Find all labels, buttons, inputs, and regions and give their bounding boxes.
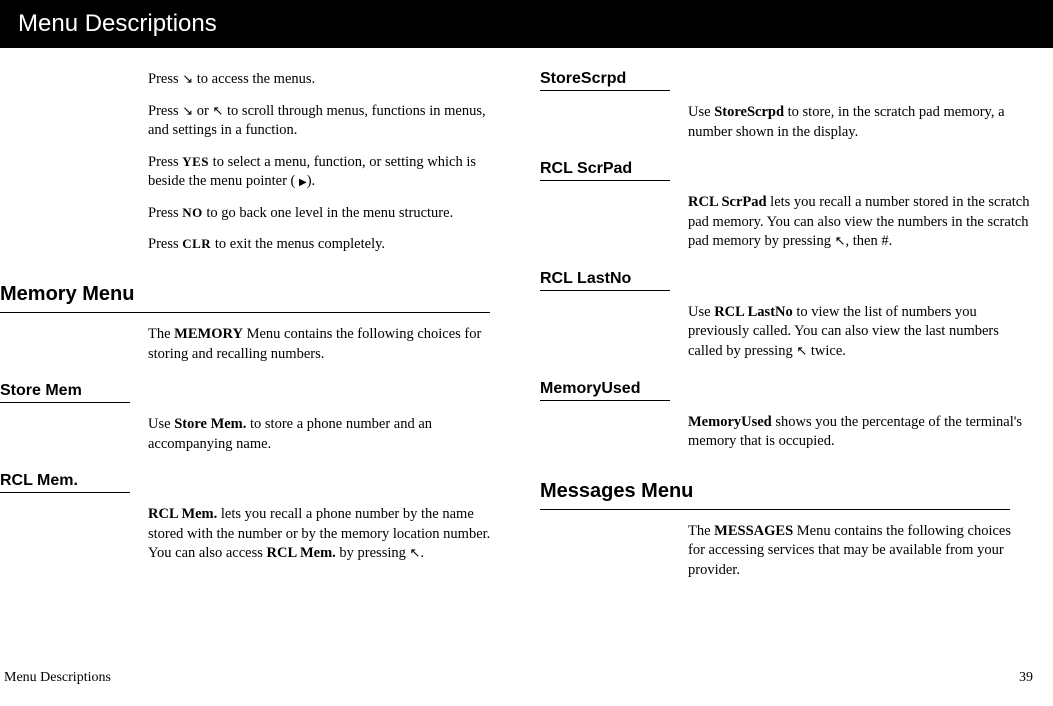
- text: Press: [148, 205, 182, 221]
- text: Use: [688, 104, 714, 120]
- text-bold: MESSAGES: [714, 523, 793, 539]
- rcl-mem-heading: RCL Mem.: [0, 472, 130, 490]
- store-mem-heading: Store Mem: [0, 382, 130, 400]
- left-column: Press ↘ to access the menus. Press ↘ or …: [0, 58, 520, 586]
- text: to go back one level in the menu structu…: [203, 205, 453, 221]
- arrow-down-icon: ↘: [182, 71, 193, 86]
- text: twice.: [807, 343, 846, 359]
- header-bar: Menu Descriptions: [0, 0, 1053, 48]
- text: The: [148, 326, 174, 342]
- page-title: Menu Descriptions: [18, 10, 217, 38]
- content-columns: Press ↘ to access the menus. Press ↘ or …: [0, 48, 1053, 586]
- footer-left: Menu Descriptions: [4, 670, 111, 686]
- text: or: [193, 103, 212, 119]
- intro-p1: Press ↘ to access the menus.: [148, 70, 510, 90]
- text: by pressing: [336, 545, 410, 561]
- text: Use: [148, 416, 174, 432]
- text-bold: RCL Mem.: [267, 545, 336, 561]
- page-number: 39: [1019, 670, 1033, 686]
- arrow-up-icon: ↖: [835, 233, 846, 248]
- memoryused-heading: MemoryUsed: [540, 380, 670, 398]
- intro-p2: Press ↘ or ↖ to scroll through menus, fu…: [148, 102, 510, 141]
- text: The: [688, 523, 714, 539]
- storescrpd-heading-wrap: StoreScrpd: [540, 70, 670, 91]
- intro-p5: Press CLR to exit the menus completely.: [148, 235, 510, 255]
- rclscrpad-heading-wrap: RCL ScrPad: [540, 160, 670, 181]
- text: , then #.: [846, 233, 893, 249]
- memoryused-para: MemoryUsed shows you the percentage of t…: [688, 413, 1030, 452]
- text: ).: [307, 173, 315, 189]
- key-no: NO: [182, 205, 203, 220]
- arrow-up-icon: ↖: [213, 103, 224, 118]
- rcllastno-para: Use RCL LastNo to view the list of numbe…: [688, 303, 1030, 362]
- rcllastno-heading: RCL LastNo: [540, 270, 670, 288]
- arrow-down-icon: ↘: [182, 103, 193, 118]
- arrow-up-icon: ↖: [796, 343, 807, 358]
- rcl-mem-heading-wrap: RCL Mem.: [0, 472, 130, 493]
- text-bold: RCL ScrPad: [688, 194, 767, 210]
- rcl-mem-para: RCL Mem. lets you recall a phone number …: [148, 505, 510, 564]
- text: Press: [148, 236, 182, 252]
- text: Press: [148, 71, 182, 87]
- text-bold: RCL Mem.: [148, 506, 217, 522]
- key-clr: CLR: [182, 236, 211, 251]
- messages-menu-heading: Messages Menu: [540, 480, 1010, 503]
- footer: Menu Descriptions 39: [0, 670, 1053, 686]
- text: to access the menus.: [193, 71, 315, 87]
- text-bold: MemoryUsed: [688, 414, 772, 430]
- storescrpd-para: Use StoreScrpd to store, in the scratch …: [688, 103, 1030, 142]
- store-mem-heading-wrap: Store Mem: [0, 382, 130, 403]
- text: Use: [688, 304, 714, 320]
- intro-p4: Press NO to go back one level in the men…: [148, 204, 510, 224]
- text: Press: [148, 103, 182, 119]
- messages-intro: The MESSAGES Menu contains the following…: [688, 522, 1030, 581]
- store-mem-para: Use Store Mem. to store a phone number a…: [148, 415, 510, 454]
- text-bold: MEMORY: [174, 326, 243, 342]
- text-bold: Store Mem.: [174, 416, 246, 432]
- rclscrpad-para: RCL ScrPad lets you recall a number stor…: [688, 193, 1030, 252]
- key-yes: YES: [182, 154, 209, 169]
- text: to exit the menus completely.: [211, 236, 385, 252]
- text: Press: [148, 154, 182, 170]
- text-bold: StoreScrpd: [714, 104, 784, 120]
- rclscrpad-heading: RCL ScrPad: [540, 160, 670, 178]
- text: .: [420, 545, 424, 561]
- right-column: StoreScrpd Use StoreScrpd to store, in t…: [520, 58, 1040, 586]
- storescrpd-heading: StoreScrpd: [540, 70, 670, 88]
- text-bold: RCL LastNo: [714, 304, 793, 320]
- memoryused-heading-wrap: MemoryUsed: [540, 380, 670, 401]
- intro-p3: Press YES to select a menu, function, or…: [148, 153, 510, 192]
- memory-intro: The MEMORY Menu contains the following c…: [148, 325, 510, 364]
- play-icon: ▶: [299, 177, 307, 188]
- memory-menu-heading: Memory Menu: [0, 283, 490, 306]
- messages-menu-heading-wrap: Messages Menu: [540, 480, 1010, 510]
- arrow-up-icon: ↖: [410, 545, 421, 560]
- memory-menu-heading-wrap: Memory Menu: [0, 283, 490, 313]
- rcllastno-heading-wrap: RCL LastNo: [540, 270, 670, 291]
